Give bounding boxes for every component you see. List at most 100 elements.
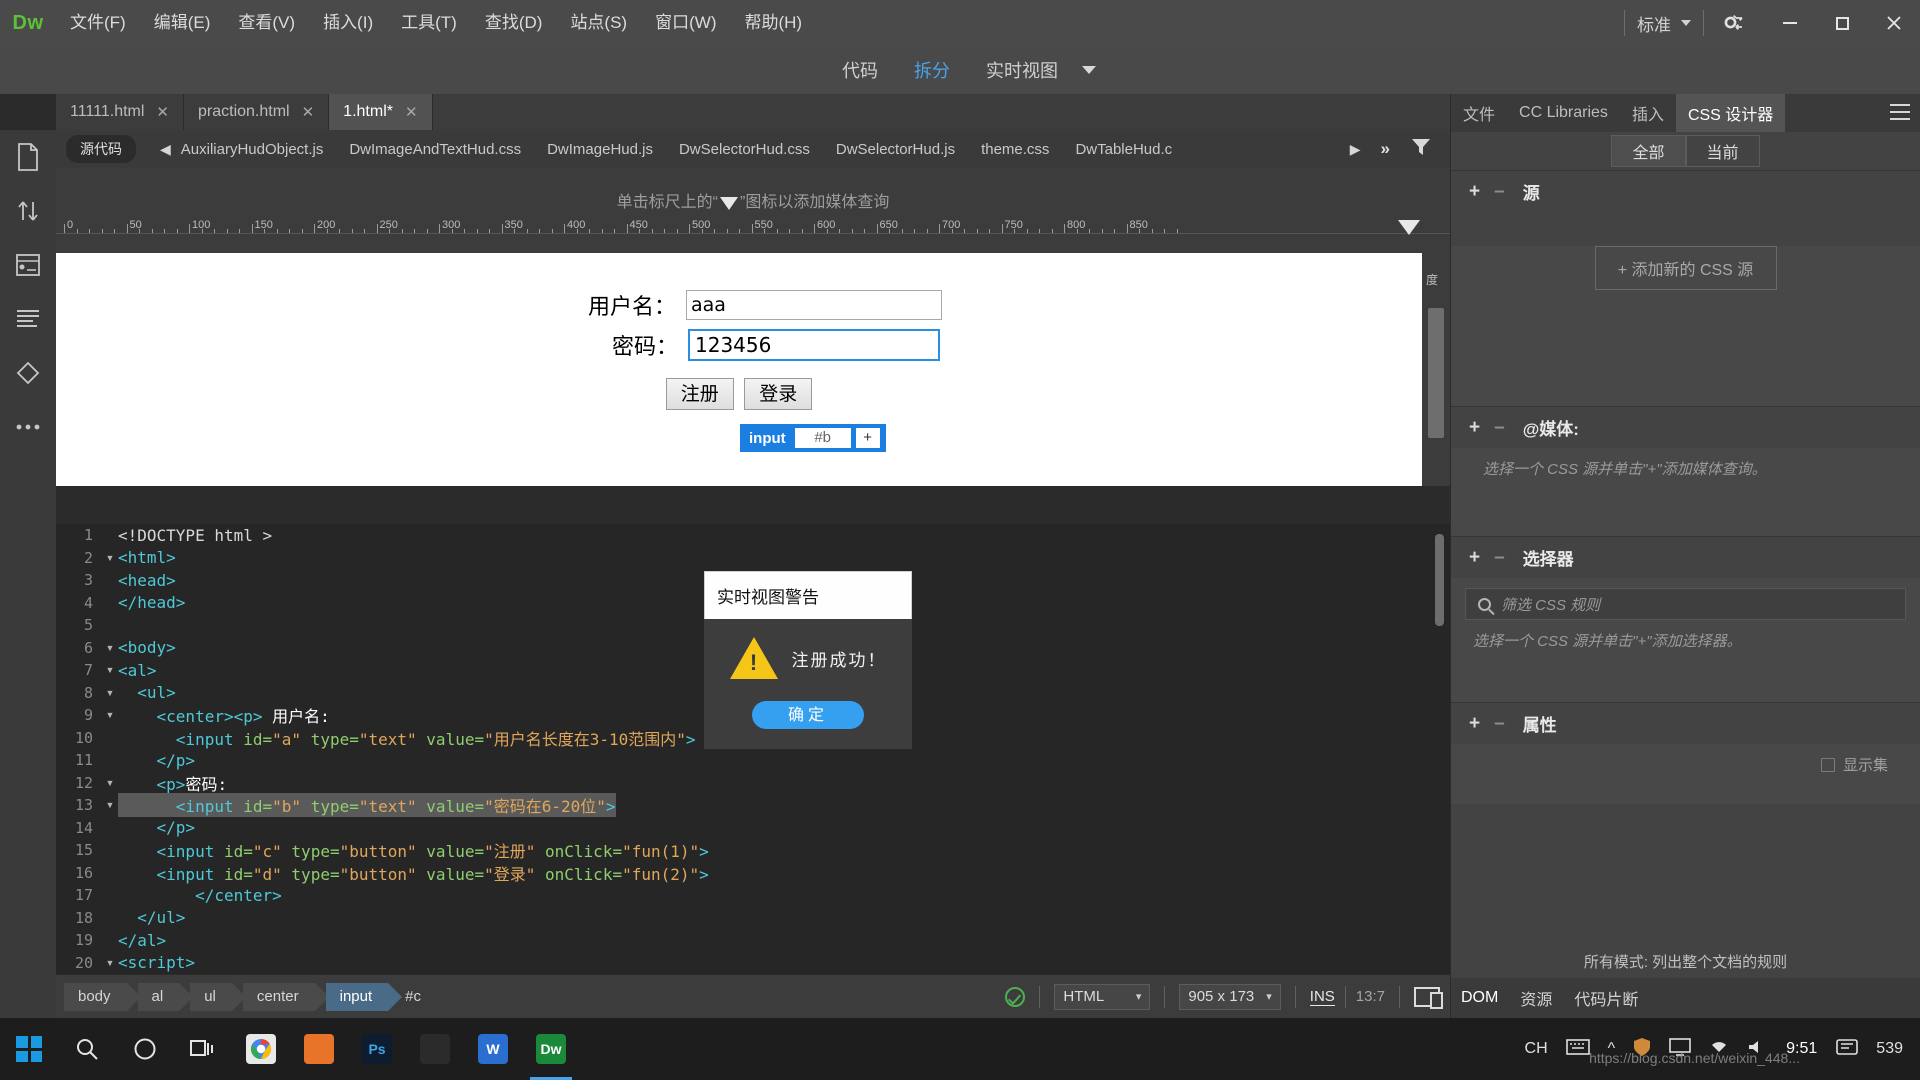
- code-line[interactable]: 11 </p>: [56, 749, 1450, 772]
- scroll-right-icon[interactable]: ▶: [1340, 141, 1371, 158]
- add-property-icon[interactable]: +: [1469, 713, 1480, 735]
- notification-icon[interactable]: [1827, 1038, 1867, 1061]
- code-line[interactable]: 17 </center>: [56, 884, 1450, 907]
- source-code-pill[interactable]: 源代码: [66, 135, 136, 163]
- tab-insert[interactable]: 插入: [1620, 94, 1676, 132]
- close-icon[interactable]: ✕: [405, 103, 418, 121]
- tab-assets[interactable]: 资源: [1520, 986, 1552, 1010]
- menu-file[interactable]: 文件(F): [56, 0, 140, 46]
- tab-11111-html[interactable]: 11111.html ✕: [56, 94, 184, 130]
- add-source-icon[interactable]: +: [1469, 181, 1480, 203]
- fold-toggle-icon[interactable]: ▼: [102, 688, 118, 698]
- gear-icon[interactable]: [1716, 12, 1750, 34]
- menu-window[interactable]: 窗口(W): [641, 0, 730, 46]
- workspace-switcher[interactable]: 标准: [1637, 11, 1691, 36]
- show-set-row[interactable]: 显示集: [1465, 744, 1906, 785]
- code-line[interactable]: 12▼ <p>密码:: [56, 772, 1450, 795]
- code-line[interactable]: 19</al>: [56, 929, 1450, 952]
- tab-live-view[interactable]: 实时视图: [986, 57, 1058, 83]
- fold-toggle-icon[interactable]: ▼: [102, 643, 118, 653]
- taskbar-app-photoshop[interactable]: Ps: [348, 1018, 406, 1080]
- fold-toggle-icon[interactable]: ▼: [102, 800, 118, 810]
- code-line[interactable]: 16 <input id="d" type="button" value="登录…: [56, 862, 1450, 885]
- tab-css-designer[interactable]: CSS 设计器: [1676, 94, 1785, 132]
- related-file-5[interactable]: theme.css: [981, 141, 1049, 158]
- more-icon[interactable]: [0, 400, 56, 454]
- search-icon[interactable]: [58, 1018, 116, 1080]
- close-icon[interactable]: ✕: [156, 103, 169, 121]
- vertical-scrollbar[interactable]: [1428, 308, 1444, 438]
- doctype-select[interactable]: HTML ▾: [1054, 984, 1150, 1010]
- code-line[interactable]: 18 </ul>: [56, 907, 1450, 930]
- username-input[interactable]: aaa: [686, 290, 942, 320]
- tab-praction-html[interactable]: praction.html ✕: [184, 94, 329, 130]
- segment-current[interactable]: 当前: [1686, 135, 1760, 167]
- browser-preview-icon[interactable]: [1414, 987, 1440, 1007]
- code-vertical-scrollbar[interactable]: [1435, 534, 1444, 626]
- remove-media-icon[interactable]: –: [1494, 417, 1505, 439]
- breadcrumb-id[interactable]: #c: [399, 983, 437, 1011]
- menu-find[interactable]: 查找(D): [471, 0, 557, 46]
- breadcrumb-input[interactable]: input: [326, 983, 389, 1011]
- menu-view[interactable]: 查看(V): [224, 0, 309, 46]
- code-line[interactable]: 1<!DOCTYPE html >: [56, 524, 1450, 547]
- fold-toggle-icon[interactable]: ▼: [102, 710, 118, 720]
- maximize-button[interactable]: [1816, 0, 1868, 46]
- cortana-circle-icon[interactable]: [116, 1018, 174, 1080]
- related-file-4[interactable]: DwSelectorHud.js: [836, 141, 955, 158]
- add-media-icon[interactable]: +: [1469, 417, 1480, 439]
- menu-insert[interactable]: 插入(I): [309, 0, 387, 46]
- remove-selector-icon[interactable]: –: [1494, 547, 1505, 569]
- tab-code-view[interactable]: 代码: [842, 57, 878, 83]
- add-selector-icon[interactable]: +: [1469, 547, 1480, 569]
- remove-property-icon[interactable]: –: [1494, 713, 1505, 735]
- fold-toggle-icon[interactable]: ▼: [102, 778, 118, 788]
- menu-edit[interactable]: 编辑(E): [140, 0, 225, 46]
- code-line[interactable]: 13▼ <input id="b" type="text" value="密码在…: [56, 794, 1450, 817]
- file-manager-icon[interactable]: [0, 130, 56, 184]
- scroll-left-icon[interactable]: ◀: [150, 141, 181, 158]
- register-button[interactable]: 注册: [666, 378, 734, 410]
- check-circle-icon[interactable]: [1005, 987, 1025, 1007]
- element-quick-tag-hud[interactable]: input #b +: [740, 424, 886, 452]
- password-input[interactable]: 123456: [688, 329, 940, 361]
- horizontal-ruler[interactable]: 0501001502002503003504004505005506006507…: [56, 216, 1450, 234]
- related-file-1[interactable]: DwImageAndTextHud.css: [349, 141, 521, 158]
- insert-mode-toggle[interactable]: INS: [1310, 988, 1335, 1006]
- code-line[interactable]: 15 <input id="c" type="button" value="注册…: [56, 839, 1450, 862]
- tab-snippets[interactable]: 代码片断: [1574, 986, 1638, 1010]
- taskbar-app-dark[interactable]: [406, 1018, 464, 1080]
- filter-css-rules-box[interactable]: 筛选 CSS 规则: [1465, 588, 1906, 620]
- login-button[interactable]: 登录: [744, 378, 812, 410]
- tab-files[interactable]: 文件: [1451, 94, 1507, 132]
- minimize-button[interactable]: [1764, 0, 1816, 46]
- transfer-icon[interactable]: [0, 184, 56, 238]
- dom-icon[interactable]: [0, 346, 56, 400]
- snippets-icon[interactable]: [0, 292, 56, 346]
- fold-toggle-icon[interactable]: ▼: [102, 958, 118, 968]
- view-dropdown-icon[interactable]: [1082, 66, 1096, 74]
- panel-menu-icon[interactable]: [1890, 104, 1910, 120]
- menu-tools[interactable]: 工具(T): [387, 0, 471, 46]
- task-view-icon[interactable]: [174, 1018, 232, 1080]
- breadcrumb-al[interactable]: al: [138, 983, 180, 1011]
- window-size-select[interactable]: 905 x 173 ▾: [1179, 984, 1280, 1010]
- hud-add-class-button[interactable]: +: [856, 428, 880, 448]
- funnel-icon[interactable]: [1400, 136, 1442, 163]
- breadcrumb-body[interactable]: body: [64, 983, 127, 1011]
- overflow-icon[interactable]: »: [1371, 139, 1400, 159]
- assets-icon[interactable]: [0, 238, 56, 292]
- design-canvas[interactable]: 用户名： aaa 密码： 123456 注册 登录: [56, 253, 1422, 486]
- taskbar-app-orange[interactable]: [290, 1018, 348, 1080]
- hud-id-field[interactable]: #b: [795, 428, 851, 448]
- menu-help[interactable]: 帮助(H): [730, 0, 816, 46]
- menu-site[interactable]: 站点(S): [556, 0, 641, 46]
- ruler-add-media-query-icon[interactable]: [1398, 220, 1420, 235]
- taskbar-app-dreamweaver[interactable]: Dw: [522, 1018, 580, 1080]
- fold-toggle-icon[interactable]: ▼: [102, 665, 118, 675]
- breadcrumb-ul[interactable]: ul: [190, 983, 232, 1011]
- close-button[interactable]: [1868, 0, 1920, 46]
- related-file-2[interactable]: DwImageHud.js: [547, 141, 653, 158]
- add-new-css-source-button[interactable]: + 添加新的 CSS 源: [1595, 246, 1777, 290]
- show-set-checkbox[interactable]: [1821, 758, 1835, 772]
